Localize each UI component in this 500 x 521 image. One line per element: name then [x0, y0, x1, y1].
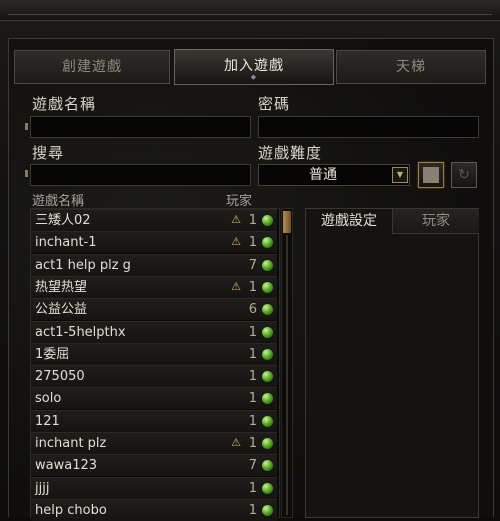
player-count: 1: [248, 369, 257, 385]
player-count: 1: [248, 391, 257, 407]
game-name: inchant plz: [35, 436, 107, 451]
game-list-row[interactable]: 121 1: [31, 409, 277, 432]
game-name: 121: [35, 413, 60, 429]
refresh-button[interactable]: [451, 162, 477, 188]
warning-icon: ⚠: [231, 436, 241, 449]
tab-ladder[interactable]: 天梯: [336, 50, 486, 84]
game-list-row[interactable]: act1-5helpthx 1: [31, 320, 277, 343]
status-dot-icon: [262, 482, 273, 494]
warning-icon: ⚠: [231, 279, 241, 293]
player-count: 1: [248, 480, 257, 496]
scrollbar-thumb[interactable]: [283, 211, 291, 233]
top-bar: [0, 0, 500, 21]
warning-icon: ⚠: [231, 235, 241, 249]
game-name: 三矮人02: [35, 213, 91, 228]
status-dot-icon: [262, 237, 273, 249]
game-list-row[interactable]: inchant-1 ⚠ 1: [31, 231, 277, 254]
game-list-row[interactable]: solo 1: [31, 387, 277, 410]
game-name: 公益公益: [35, 302, 88, 318]
game-list-row[interactable]: 公益公益 6: [31, 298, 277, 321]
player-count: 6: [248, 302, 257, 318]
status-dot-icon: [262, 281, 273, 293]
player-count: 1: [248, 235, 257, 251]
status-dot-icon: [262, 326, 273, 338]
status-dot-icon: [262, 393, 273, 405]
password-input[interactable]: [258, 116, 479, 138]
status-dot-icon: [262, 304, 273, 316]
player-count: 7: [248, 257, 257, 273]
game-name-input[interactable]: [30, 116, 251, 138]
game-list-scrollbar[interactable]: [281, 208, 293, 518]
status-dot-icon: [262, 415, 273, 427]
game-list-row[interactable]: 三矮人02 ⚠ 1: [31, 209, 277, 231]
chevron-down-icon[interactable]: ▼: [392, 167, 408, 183]
tab-join-game[interactable]: 加入遊戲: [174, 49, 334, 85]
game-name: wawa123: [35, 458, 98, 474]
game-name: act1-5helpthx: [35, 324, 126, 340]
status-dot-icon: [262, 438, 273, 449]
warning-icon: ⚠: [231, 213, 241, 226]
tab-game-settings[interactable]: 遊戲設定: [306, 209, 392, 233]
player-count: 1: [248, 502, 257, 518]
difficulty-value: 普通: [309, 167, 337, 183]
game-name-label: 遊戲名稱: [32, 95, 97, 113]
game-list-row[interactable]: 1委屈 1: [31, 342, 277, 365]
game-name: solo: [35, 391, 62, 407]
status-dot-icon: [262, 504, 273, 516]
game-list-row[interactable]: act1 help plz g 7: [31, 253, 277, 276]
game-list-row[interactable]: jjjj 1: [31, 476, 277, 499]
player-count: 1: [248, 436, 257, 451]
scrollbar-track[interactable]: [286, 235, 288, 515]
game-name: help chobo: [35, 502, 107, 518]
player-count: 1: [248, 279, 257, 295]
status-dot-icon: [262, 460, 273, 472]
game-list: 三矮人02 ⚠ 1 inchant-1 ⚠ 1 act1 help plz g 7 热望热望 ⚠ 1…: [30, 208, 280, 521]
filter-button[interactable]: [418, 162, 444, 188]
status-dot-icon: [262, 259, 273, 271]
search-input[interactable]: [30, 164, 251, 186]
player-count: 7: [248, 458, 257, 474]
difficulty-select[interactable]: 普通 ▼: [258, 164, 410, 186]
status-dot-icon: [262, 371, 273, 383]
game-details-panel: 遊戲設定 玩家: [305, 208, 479, 518]
column-header-game-name[interactable]: 遊戲名稱: [32, 190, 84, 209]
game-name: 1委屈: [35, 346, 70, 362]
player-count: 1: [248, 346, 257, 362]
status-dot-icon: [262, 348, 273, 360]
player-count: 1: [248, 213, 257, 228]
game-name: act1 help plz g: [35, 257, 131, 273]
game-list-row[interactable]: help chobo 1: [31, 498, 277, 521]
field-marker: [25, 123, 28, 130]
tab-players[interactable]: 玩家: [392, 209, 479, 234]
field-marker: [25, 170, 28, 177]
game-list-row[interactable]: wawa123 7: [31, 454, 277, 477]
game-name: 275050: [35, 369, 85, 385]
difficulty-label: 遊戲難度: [258, 144, 323, 162]
search-label: 搜尋: [32, 144, 65, 162]
player-count: 1: [248, 324, 257, 340]
status-dot-icon: [262, 215, 273, 226]
password-label: 密碼: [258, 95, 291, 113]
game-name: inchant-1: [35, 235, 97, 251]
tab-create-game[interactable]: 創建遊戲: [14, 50, 170, 84]
player-count: 1: [248, 413, 257, 429]
tab-bar: 創建遊戲 加入遊戲 天梯: [14, 49, 486, 85]
game-name: 热望热望: [35, 279, 88, 295]
game-list-row[interactable]: inchant plz ⚠ 1: [31, 432, 277, 454]
game-list-row[interactable]: 热望热望 ⚠ 1: [31, 275, 277, 298]
column-header-players[interactable]: 玩家: [226, 190, 252, 209]
game-name: jjjj: [35, 480, 50, 496]
game-list-row[interactable]: 275050 1: [31, 365, 277, 388]
